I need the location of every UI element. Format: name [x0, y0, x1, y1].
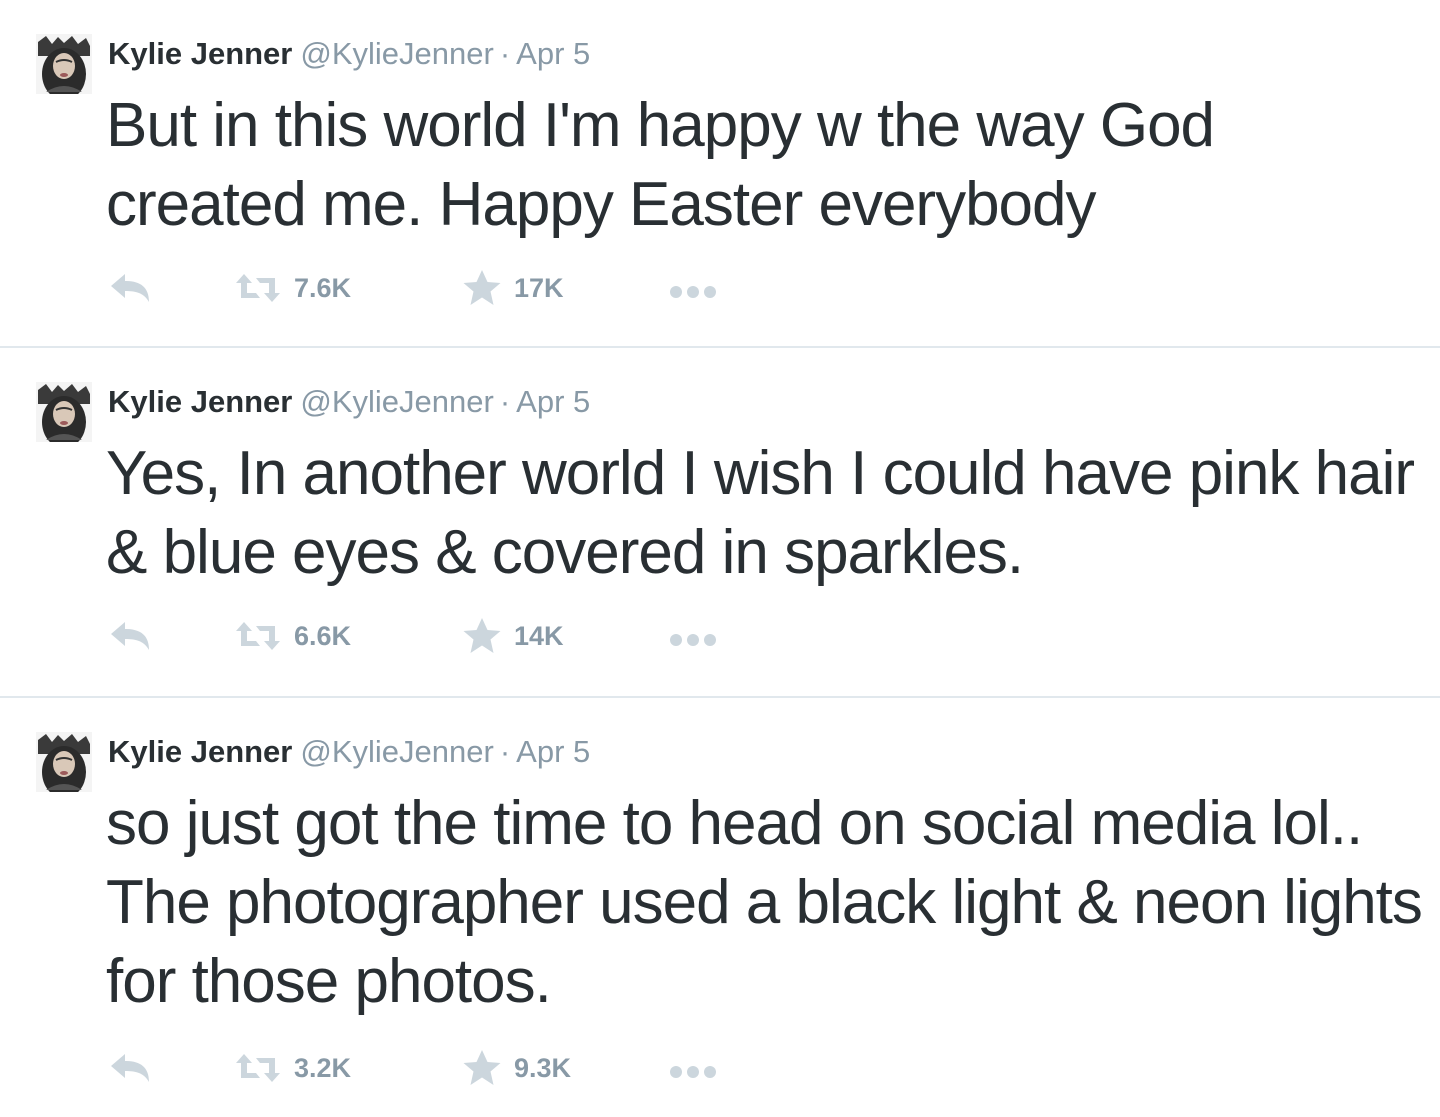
reply-button[interactable]	[108, 268, 152, 308]
more-icon	[668, 276, 718, 308]
retweet-icon	[234, 620, 282, 652]
retweet-count: 7.6K	[294, 273, 352, 303]
author-name[interactable]: Kylie Jenner	[108, 384, 292, 419]
tweet-date[interactable]: Apr 5	[516, 734, 590, 769]
tweet-text: Yes, In another world I wish I could hav…	[106, 439, 1415, 587]
reply-button[interactable]	[108, 616, 152, 656]
favorite-count: 17K	[514, 273, 564, 303]
more-icon	[668, 624, 718, 656]
header-separator: ·	[499, 384, 511, 419]
favorite-button[interactable]: 17K	[462, 268, 564, 308]
retweet-button[interactable]: 6.6K	[234, 616, 351, 656]
reply-icon	[108, 1051, 152, 1085]
retweet-button[interactable]: 7.6K	[234, 268, 351, 308]
favorite-count: 14K	[514, 621, 564, 651]
author-handle[interactable]: @KylieJenner	[300, 734, 493, 769]
tweet-header: Kylie Jenner @KylieJenner · Apr 5	[108, 32, 590, 76]
header-separator: ·	[499, 36, 511, 71]
tweet-date[interactable]: Apr 5	[516, 384, 590, 419]
retweet-icon	[234, 1052, 282, 1084]
favorite-button[interactable]: 14K	[462, 616, 564, 656]
more-icon	[668, 1056, 718, 1088]
retweet-icon	[234, 272, 282, 304]
retweet-button[interactable]: 3.2K	[234, 1048, 351, 1088]
star-icon	[462, 269, 502, 307]
tweet: Kylie Jenner @KylieJenner · Apr 5 Yes, In a…	[0, 348, 1440, 696]
star-icon	[462, 1049, 502, 1087]
reply-icon	[108, 619, 152, 653]
favorite-count: 9.3K	[514, 1053, 572, 1083]
avatar[interactable]	[36, 732, 92, 798]
tweet-text: so just got the time to head on social m…	[106, 789, 1423, 1016]
avatar[interactable]	[36, 34, 92, 100]
tweet-header: Kylie Jenner @KylieJenner · Apr 5	[108, 730, 590, 774]
author-name[interactable]: Kylie Jenner	[108, 734, 292, 769]
tweet: Kylie Jenner @KylieJenner · Apr 5 But in th…	[0, 0, 1440, 346]
retweet-count: 6.6K	[294, 621, 352, 651]
more-button[interactable]	[668, 620, 718, 660]
author-handle[interactable]: @KylieJenner	[300, 384, 493, 419]
tweet-text: But in this world I'm happy w the way Go…	[106, 91, 1215, 239]
more-button[interactable]	[668, 1052, 718, 1092]
retweet-count: 3.2K	[294, 1053, 352, 1083]
avatar[interactable]	[36, 382, 92, 448]
tweet: Kylie Jenner @KylieJenner · Apr 5 so just g…	[0, 698, 1440, 1117]
more-button[interactable]	[668, 272, 718, 312]
author-handle[interactable]: @KylieJenner	[300, 36, 493, 71]
reply-icon	[108, 271, 152, 305]
favorite-button[interactable]: 9.3K	[462, 1048, 571, 1088]
tweet-header: Kylie Jenner @KylieJenner · Apr 5	[108, 380, 590, 424]
tweet-date[interactable]: Apr 5	[516, 36, 590, 71]
author-name[interactable]: Kylie Jenner	[108, 36, 292, 71]
header-separator: ·	[499, 734, 511, 769]
star-icon	[462, 617, 502, 655]
reply-button[interactable]	[108, 1048, 152, 1088]
